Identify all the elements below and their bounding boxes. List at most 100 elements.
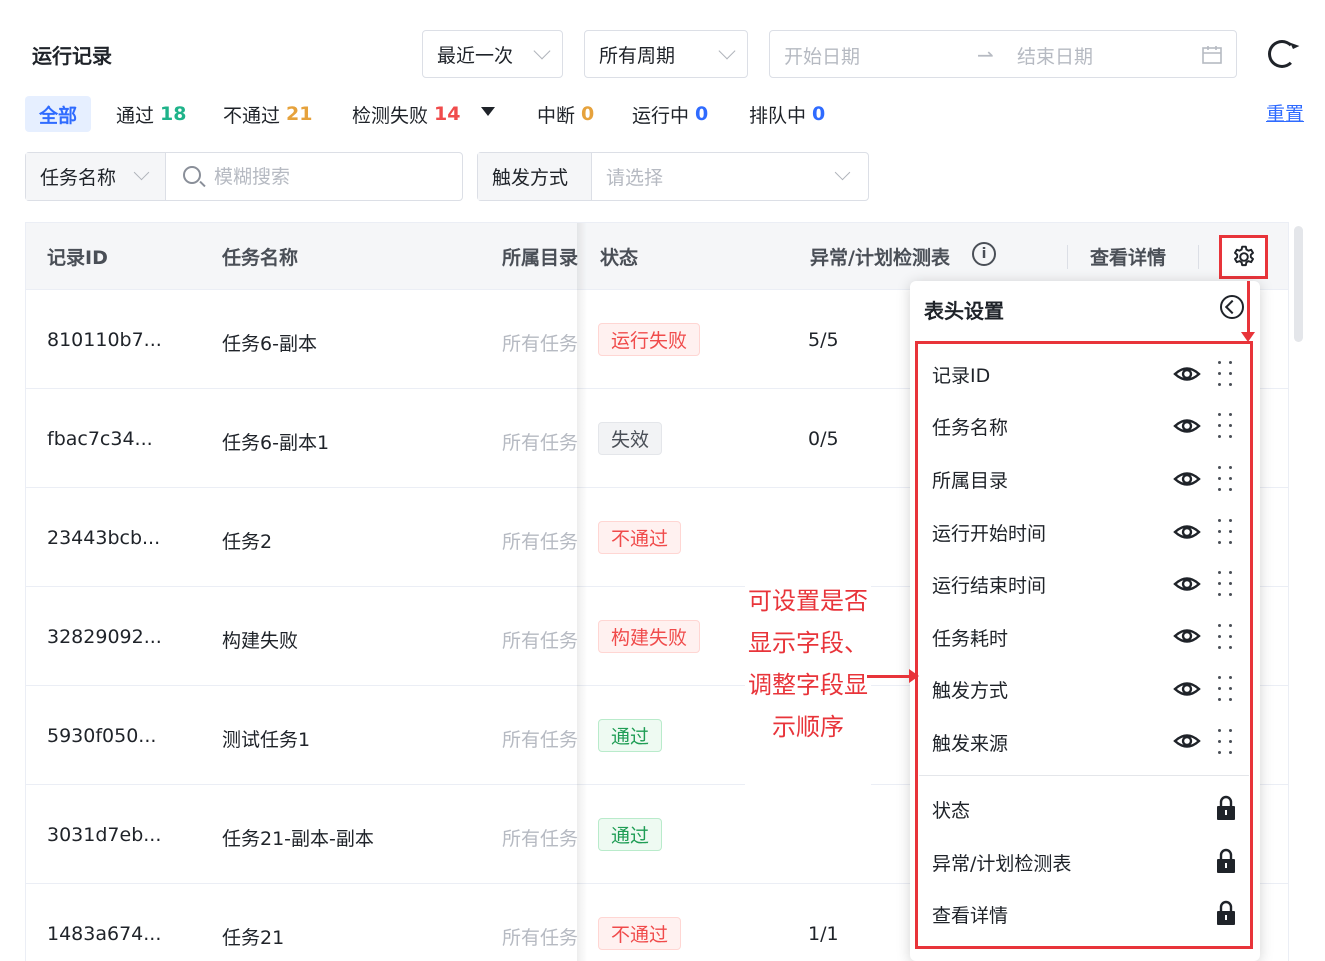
caret-down-icon[interactable]: [481, 107, 495, 116]
cell-id: 3031d7eb...: [47, 824, 162, 846]
chevron-down-icon: [834, 164, 851, 181]
filter-running-label: 运行中: [632, 104, 690, 127]
filter-error-count: 14: [434, 103, 461, 125]
locked-field-label: 异常/计划检测表: [932, 853, 1072, 875]
field-item-label: 所属目录: [932, 470, 1009, 492]
trigger-select-placeholder: 请选择: [606, 167, 664, 189]
info-icon[interactable]: i: [972, 242, 996, 266]
locked-field-label: 查看详情: [932, 905, 1009, 927]
cell-dir: 所有任务: [502, 927, 578, 949]
search-icon: [183, 166, 201, 184]
cell-check: 5/5: [808, 329, 839, 351]
status-badge: 不通过: [598, 917, 682, 950]
cell-name: 任务21: [222, 927, 285, 949]
popover-title: 表头设置: [924, 299, 1004, 323]
start-date-placeholder[interactable]: 开始日期: [784, 42, 860, 69]
locked-field-label: 状态: [932, 800, 971, 822]
period-select[interactable]: 所有周期: [584, 30, 748, 78]
column-divider: [1067, 245, 1068, 269]
eye-icon[interactable]: [1172, 414, 1202, 438]
col-header-status: 状态: [600, 247, 639, 269]
trigger-select[interactable]: 请选择: [592, 153, 868, 200]
cell-name: 任务21-副本-副本: [222, 828, 374, 850]
field-item-label: 运行结束时间: [932, 575, 1047, 597]
col-header-name: 任务名称: [222, 247, 299, 269]
status-badge: 通过: [598, 818, 663, 851]
drag-handle-icon[interactable]: [1218, 571, 1234, 597]
cell-dir: 所有任务: [502, 630, 578, 652]
drag-handle-icon[interactable]: [1218, 676, 1234, 702]
eye-icon[interactable]: [1172, 362, 1202, 386]
reset-columns-icon[interactable]: [1220, 295, 1244, 319]
recent-select[interactable]: 最近一次: [422, 30, 563, 78]
date-range-picker[interactable]: 开始日期 ⇀ 结束日期: [769, 30, 1237, 78]
filter-interrupt[interactable]: 中断 0: [537, 96, 594, 132]
drag-handle-icon[interactable]: [1218, 729, 1234, 755]
search-group: 任务名称: [25, 152, 463, 201]
end-date-placeholder[interactable]: 结束日期: [1017, 42, 1093, 69]
period-select-value: 所有周期: [599, 44, 676, 67]
col-header-check: 异常/计划检测表: [810, 247, 950, 269]
divider: [919, 775, 1249, 776]
cell-dir: 所有任务: [502, 432, 578, 454]
range-arrow-icon: ⇀: [977, 43, 994, 67]
cell-id: 810110b7...: [47, 329, 162, 351]
reset-link[interactable]: 重置: [1266, 99, 1304, 126]
column-settings-button[interactable]: [1219, 235, 1268, 279]
eye-icon[interactable]: [1172, 624, 1202, 648]
filter-error[interactable]: 检测失败 14: [352, 96, 460, 132]
drag-handle-icon[interactable]: [1218, 624, 1234, 650]
cell-id: 23443bcb...: [47, 527, 161, 549]
cell-dir: 所有任务: [502, 828, 578, 850]
filter-pass[interactable]: 通过 18: [116, 96, 186, 132]
eye-icon[interactable]: [1172, 520, 1202, 544]
filter-fail-count: 21: [286, 103, 313, 125]
filter-error-label: 检测失败: [352, 104, 429, 127]
filter-queue-label: 排队中: [749, 104, 807, 127]
eye-icon[interactable]: [1172, 467, 1202, 491]
filter-queue-count: 0: [812, 103, 826, 125]
drag-handle-icon[interactable]: [1218, 519, 1234, 545]
refresh-icon[interactable]: [1268, 40, 1296, 68]
filter-queue[interactable]: 排队中 0: [749, 96, 825, 132]
cell-check: 1/1: [808, 923, 839, 945]
drag-handle-icon[interactable]: [1218, 361, 1234, 387]
col-header-dir: 所属目录: [502, 247, 578, 269]
cell-check: 0/5: [808, 428, 839, 450]
chevron-down-icon: [533, 42, 551, 60]
drag-handle-icon[interactable]: [1218, 413, 1234, 439]
filter-all[interactable]: 全部: [25, 96, 92, 132]
column-divider: [1198, 245, 1199, 269]
filter-interrupt-count: 0: [581, 103, 595, 125]
cell-id: fbac7c34...: [47, 428, 153, 450]
field-item-label: 触发来源: [932, 733, 1009, 755]
cell-id: 1483a674...: [47, 923, 162, 945]
filter-running[interactable]: 运行中 0: [632, 96, 708, 132]
trigger-filter: 触发方式 请选择: [477, 152, 869, 201]
page-title: 运行记录: [32, 44, 112, 68]
drag-handle-icon[interactable]: [1218, 466, 1234, 492]
filter-running-count: 0: [695, 103, 709, 125]
filter-all-label: 全部: [39, 104, 78, 127]
eye-icon[interactable]: [1172, 572, 1202, 596]
filter-interrupt-label: 中断: [537, 104, 576, 127]
field-item-label: 运行开始时间: [932, 523, 1047, 545]
search-type-select[interactable]: 任务名称: [26, 153, 166, 200]
col-header-detail: 查看详情: [1090, 247, 1167, 269]
eye-icon[interactable]: [1172, 677, 1202, 701]
field-item-label: 任务耗时: [932, 628, 1009, 650]
cell-dir: 所有任务: [502, 333, 578, 355]
scrollbar[interactable]: [1294, 226, 1303, 342]
eye-icon[interactable]: [1172, 729, 1202, 753]
annotation-text: 可设置是否显示字段、调整字段显示顺序: [748, 587, 868, 741]
filter-fail[interactable]: 不通过 21: [223, 96, 312, 132]
chevron-down-icon: [133, 164, 150, 181]
fixed-column-shadow: [577, 223, 587, 961]
calendar-icon: [1202, 46, 1222, 64]
status-badge: 构建失败: [598, 620, 701, 653]
cell-dir: 所有任务: [502, 729, 578, 751]
search-input[interactable]: [166, 153, 462, 200]
status-badge: 失效: [598, 422, 663, 455]
lock-icon: [1214, 795, 1238, 821]
status-badge: 不通过: [598, 521, 682, 554]
